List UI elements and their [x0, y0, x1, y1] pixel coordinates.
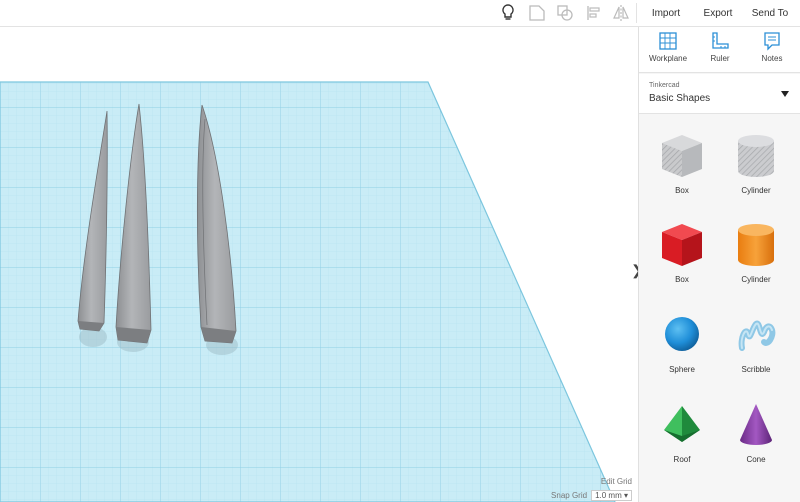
mirror-icon[interactable]: [610, 2, 632, 24]
panel-toolbar: Workplane Ruler Notes: [639, 27, 800, 73]
snap-grid-value: 1.0 mm: [595, 491, 622, 500]
caret-down-icon: [781, 91, 789, 97]
library-name: Basic Shapes: [649, 93, 711, 104]
shape-label: Scribble: [741, 365, 771, 374]
workplane-button[interactable]: Workplane: [641, 31, 695, 71]
shape-label: Cone: [746, 455, 766, 464]
snap-grid-label: Snap Grid: [551, 491, 588, 500]
shape-scribble[interactable]: Scribble: [721, 310, 791, 392]
shapes-panel: Workplane Ruler Notes Tinkercad Basic Sh…: [638, 27, 800, 502]
top-toolbar: Import Export Send To: [0, 0, 800, 27]
design-viewport[interactable]: Edit Grid Snap Grid 1.0 mm ▾: [0, 27, 638, 502]
cylinder-icon: [738, 224, 774, 266]
ungroup-icon[interactable]: [554, 2, 576, 24]
ruler-button[interactable]: Ruler: [693, 31, 747, 71]
cone-icon: [740, 404, 772, 445]
shape-label: Cylinder: [741, 275, 771, 284]
notes-label: Notes: [761, 54, 783, 63]
snap-grid-select[interactable]: 1.0 mm ▾: [591, 490, 632, 501]
shape-label: Box: [675, 186, 689, 195]
shape-box-hole[interactable]: Box: [647, 131, 717, 213]
align-icon[interactable]: [583, 2, 605, 24]
roof-icon: [664, 406, 700, 442]
group-icon[interactable]: [526, 2, 548, 24]
shape-library-dropdown[interactable]: Tinkercad Basic Shapes: [639, 74, 800, 114]
shape-label: Sphere: [669, 365, 695, 374]
workplane-scene[interactable]: [0, 27, 638, 502]
shape-sphere[interactable]: Sphere: [647, 310, 717, 392]
shape-label: Roof: [673, 455, 691, 464]
cylinder-hole-icon: [738, 135, 774, 177]
shape-roof[interactable]: Roof: [647, 400, 717, 482]
shape-cylinder-hole[interactable]: Cylinder: [721, 131, 791, 213]
shape-label: Cylinder: [741, 186, 771, 195]
workplane-icon: [659, 32, 677, 50]
notes-button[interactable]: Notes: [745, 31, 799, 71]
sphere-icon: [665, 317, 699, 351]
notes-icon: [764, 32, 780, 51]
edit-grid-button[interactable]: Edit Grid: [601, 477, 632, 486]
box-hole-icon: [662, 135, 702, 177]
send-to-button[interactable]: Send To: [748, 3, 792, 23]
toolbar-divider: [636, 3, 637, 23]
import-button[interactable]: Import: [644, 3, 688, 23]
shape-label: Box: [675, 275, 689, 284]
scribble-icon: [738, 320, 776, 351]
shape-cylinder[interactable]: Cylinder: [721, 220, 791, 302]
box-icon: [662, 224, 702, 266]
lightbulb-icon[interactable]: [497, 2, 519, 24]
shape-cone[interactable]: Cone: [721, 400, 791, 482]
workplane-label: Workplane: [648, 54, 688, 63]
export-button[interactable]: Export: [697, 3, 739, 23]
shape-box[interactable]: Box: [647, 220, 717, 302]
library-provider: Tinkercad: [649, 82, 680, 89]
ruler-label: Ruler: [710, 54, 730, 63]
snap-grid-control: Snap Grid 1.0 mm ▾: [551, 490, 632, 501]
ruler-icon: [712, 32, 729, 49]
